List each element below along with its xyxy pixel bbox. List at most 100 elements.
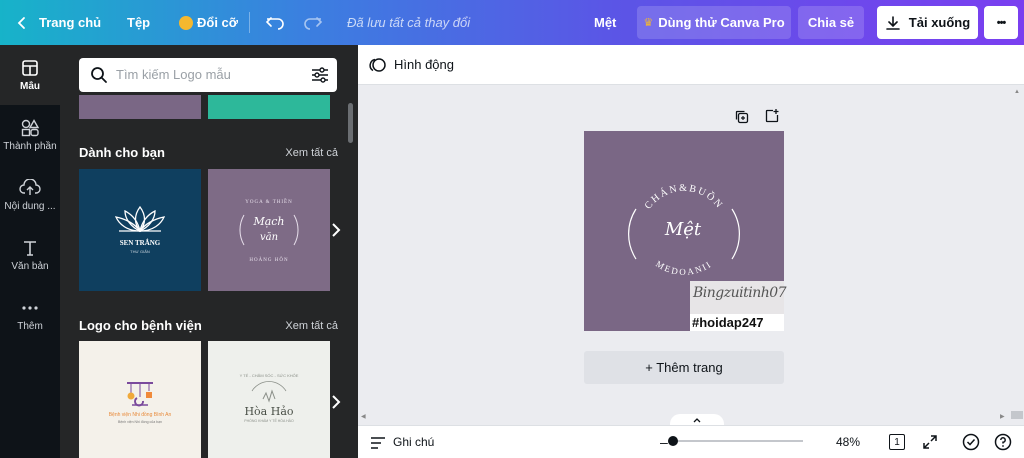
filter-icon[interactable] [311,67,329,83]
home-button[interactable]: Trang chủ [14,0,101,45]
svg-text:MEDOANII: MEDOANII [654,259,714,277]
chevron-left-icon [17,16,25,29]
add-page-icon[interactable] [764,108,780,124]
design-center-text: Mệt [664,219,702,240]
template-thumbnail[interactable]: SEN TRẮNG THƯ GIÃN [79,169,201,291]
thumb-title-line2: văn [260,232,278,243]
rail-item-uploads[interactable]: Nội dung ... [0,165,60,225]
template-thumbnail[interactable]: Y TẾ - CHĂM SÓC - SỨC KHỎE Hòa Hảo PHÒNG… [208,341,330,458]
more-options-button[interactable]: ••• [984,6,1018,39]
design-ring-bottom: MEDOANII [654,259,712,277]
search-placeholder: Tìm kiếm Logo mẫu [116,67,231,82]
thumb-title: Mạch [252,215,284,228]
help-icon[interactable] [994,433,1012,451]
crown-icon [179,15,193,30]
rail-label: Thành phần [3,140,57,152]
design-page[interactable]: CHÁN&BUỒN Mệt MEDOANII Bingzuitinh07 #ho… [584,131,787,331]
clinic-logo-icon: Y TẾ - CHĂM SÓC - SỨC KHỎE Hòa Hảo PHÒNG… [240,373,299,423]
notes-icon[interactable] [370,436,386,450]
scroll-up-icon[interactable]: ▲ [1014,89,1020,95]
animate-button[interactable]: Hình động [394,57,454,72]
see-all-link[interactable]: Xem tất cả [285,320,338,332]
thumb-ring-bottom: HOÀNG HÔN [249,257,288,263]
page-count: 1 [894,436,900,448]
undo-button[interactable] [265,0,285,45]
try-pro-label: Dùng thử Canva Pro [658,15,785,30]
design-title[interactable]: Mệt [594,0,616,45]
download-icon [885,15,900,30]
file-menu[interactable]: Tệp [127,0,150,45]
crown-icon: ♛ [643,17,654,29]
fullscreen-icon[interactable] [922,434,938,450]
rail-label: Nội dung ... [4,200,56,212]
section-title: Logo cho bệnh viện [79,318,202,333]
scroll-right-icon[interactable]: ▶ [1000,413,1005,420]
next-arrow-button[interactable] [326,372,346,432]
rail-label: Văn bản [11,260,49,272]
rail-label: Thêm [17,320,43,332]
section-title: Dành cho bạn [79,145,165,160]
page-count-button[interactable]: 1 [889,434,905,450]
upload-icon [19,178,41,195]
zoom-out-icon[interactable]: – [660,434,668,450]
chevron-right-icon [332,395,341,409]
next-arrow-button[interactable] [326,200,346,260]
zoom-slider-handle[interactable] [668,436,678,446]
template-search-input[interactable]: Tìm kiếm Logo mẫu [79,58,337,92]
template-thumbnail[interactable]: YOGA & THIỀN Mạch văn HOÀNG HÔN [208,169,330,291]
thumb-title: Hòa Hảo [244,405,293,418]
template-thumbnail[interactable] [79,95,201,119]
template-thumbnail[interactable] [208,95,330,119]
thumb-subtitle: PHÒNG KHÁM Y TẾ HÒA HẢO [244,418,294,423]
template-thumbnail[interactable]: Bệnh viện Nhi đồng Bình An Bệnh viện Nhi… [79,341,201,458]
thumb-subtitle: THƯ GIÃN [130,249,150,254]
download-label: Tải xuống [908,15,971,30]
watermark-text: #hoidap247 [690,314,784,331]
rail-item-text[interactable]: Văn bản [0,225,60,285]
notes-button[interactable]: Ghi chú [393,435,434,449]
resize-label: Đổi cỡ [197,15,239,30]
save-status: Đã lưu tất cả thay đổi [347,15,471,30]
animate-icon[interactable] [369,56,387,74]
design-ring-top: CHÁN&BUỒN [643,183,724,212]
panel-scrollbar[interactable] [348,103,353,143]
mobile-logo-icon: Bệnh viện Nhi đồng Bình An Bệnh viện Nhi… [109,382,171,424]
scroll-left-icon[interactable]: ◀ [361,413,366,420]
svg-text:CHÁN&BUỒN: CHÁN&BUỒN [643,183,726,212]
redo-icon [304,16,323,30]
chevron-up-icon [693,418,701,423]
canvas-scrollbar[interactable]: ▲ [1010,85,1024,425]
see-all-link[interactable]: Xem tất cả [285,147,338,159]
design-left-arc [628,208,637,260]
chevron-right-icon [332,223,341,237]
thumb-ring-top: YOGA & THIỀN [245,199,292,205]
redo-button[interactable] [303,0,323,45]
share-button[interactable]: Chia sẻ [798,6,864,39]
design-right-arc [731,208,740,260]
thumb-title: SEN TRẮNG [120,239,161,247]
rail-item-elements[interactable]: Thành phần [0,105,60,165]
signature-text: Bingzuitinh07 [693,285,787,301]
side-rail: Mẫu Thành phần Nội dung ... Văn bản Thêm [0,45,60,458]
resize-button[interactable]: Đổi cỡ [179,0,238,45]
more-icon [22,305,38,310]
home-label: Trang chủ [39,15,102,30]
duplicate-page-icon[interactable] [734,109,750,125]
templates-icon [22,59,38,76]
yoga-logo-icon: YOGA & THIỀN Mạch văn HOÀNG HÔN [239,199,299,263]
undo-icon [265,16,284,30]
text-icon [24,240,36,256]
thumb-ring: Y TẾ - CHĂM SÓC - SỨC KHỎE [240,373,299,378]
download-button[interactable]: Tải xuống [877,6,978,39]
rail-item-more[interactable]: Thêm [0,285,60,345]
top-bar: Trang chủ Tệp Đổi cỡ Đã lưu tất cả thay … [0,0,1024,45]
check-circle-icon[interactable] [962,433,980,451]
try-pro-button[interactable]: ♛ Dùng thử Canva Pro [637,6,791,39]
scroll-thumb[interactable] [1011,411,1023,419]
rail-item-templates[interactable]: Mẫu [0,45,60,105]
add-page-button[interactable]: + Thêm trang [584,351,784,384]
zoom-slider-track[interactable] [673,440,803,442]
zoom-level[interactable]: 48% [836,435,860,449]
thumb-subtitle: Bệnh viện Nhi đồng của bạn [118,420,162,424]
lotus-logo-icon: SEN TRẮNG THƯ GIÃN [114,205,166,254]
